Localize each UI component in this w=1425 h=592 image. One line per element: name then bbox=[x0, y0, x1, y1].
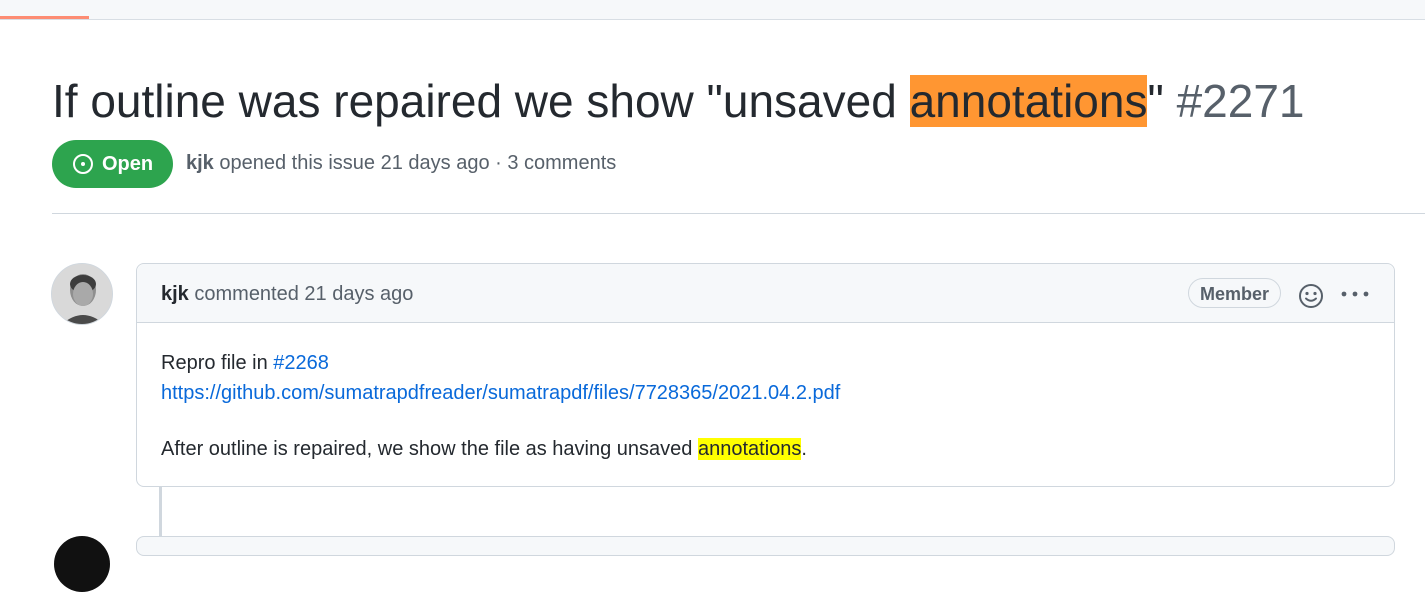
issue-title: If outline was repaired we show "unsaved… bbox=[52, 62, 1305, 140]
issue-reference-link[interactable]: #2268 bbox=[273, 352, 329, 374]
comment-description-after: . bbox=[801, 438, 807, 460]
comment-line-url: https://github.com/sumatrapdfreader/suma… bbox=[161, 378, 840, 408]
top-bar bbox=[0, 0, 1425, 20]
issue-title-text-after: " bbox=[1147, 75, 1177, 127]
comment-card: kjk commented 21 days ago Member Repro f… bbox=[136, 263, 1395, 487]
issue-title-search-highlight: annotations bbox=[909, 75, 1148, 127]
comment-header: kjk commented 21 days ago Member bbox=[137, 264, 1394, 323]
comment-byline: kjk commented 21 days ago bbox=[161, 283, 413, 306]
comment-line-repro-text: Repro file in bbox=[161, 352, 274, 374]
comment-description-before: After outline is repaired, we show the f… bbox=[161, 438, 698, 460]
issue-title-text-before: If outline was repaired we show "unsaved bbox=[52, 75, 910, 127]
header-divider bbox=[52, 213, 1425, 214]
avatar[interactable] bbox=[51, 263, 113, 325]
issue-meta: kjk opened this issue 21 days ago · 3 co… bbox=[186, 152, 616, 175]
issue-meta-text: opened this issue 21 days ago · 3 commen… bbox=[213, 152, 617, 174]
attachment-link[interactable]: https://github.com/sumatrapdfreader/suma… bbox=[161, 382, 840, 404]
next-comment-card bbox=[136, 536, 1395, 556]
comment-search-highlight: annotations bbox=[697, 438, 802, 460]
member-badge: Member bbox=[1188, 278, 1282, 308]
issue-author-link[interactable]: kjk bbox=[186, 152, 214, 174]
issue-number: #2271 bbox=[1176, 75, 1305, 127]
comment-timestamp[interactable]: commented 21 days ago bbox=[189, 283, 413, 305]
issue-state-badge: Open bbox=[52, 140, 173, 188]
comment-body: Repro file in #2268 https://github.com/s… bbox=[161, 348, 840, 464]
timeline-connector bbox=[159, 487, 162, 543]
kebab-horizontal-icon[interactable] bbox=[1337, 282, 1373, 306]
comment-line-description: After outline is repaired, we show the f… bbox=[161, 434, 840, 464]
smiley-icon[interactable] bbox=[1297, 282, 1325, 310]
page-load-progress bbox=[0, 16, 89, 19]
issue-opened-icon bbox=[72, 154, 93, 174]
issue-state-label: Open bbox=[101, 152, 154, 175]
comment-author-link[interactable]: kjk bbox=[161, 283, 189, 305]
next-comment-avatar[interactable] bbox=[54, 536, 110, 592]
comment-line-repro: Repro file in #2268 bbox=[161, 348, 840, 378]
user-avatar-image bbox=[52, 264, 112, 324]
